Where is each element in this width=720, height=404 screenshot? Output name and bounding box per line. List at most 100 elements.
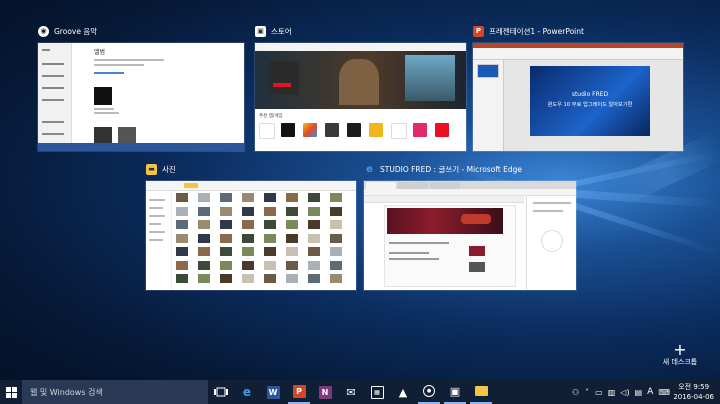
photo-thumbnail[interactable] [264, 233, 276, 243]
taskbar-edge-button[interactable]: e [236, 380, 258, 404]
photo-thumbnail[interactable] [330, 220, 342, 229]
photo-thumbnail[interactable] [264, 274, 276, 283]
photo-thumbnail[interactable] [220, 260, 232, 270]
edge-address-bar[interactable] [364, 189, 576, 196]
photo-thumbnail[interactable] [220, 247, 232, 256]
photo-thumbnail[interactable] [286, 193, 298, 202]
album-cover[interactable] [94, 87, 112, 105]
store-app-tile[interactable] [347, 123, 361, 137]
start-button[interactable] [0, 380, 22, 404]
photo-thumbnail[interactable] [176, 193, 188, 202]
taskbar-clock[interactable]: 오전 9:59 2016-04-06 [673, 382, 714, 402]
photo-thumbnail[interactable] [330, 247, 342, 256]
photo-thumbnail[interactable] [330, 274, 342, 283]
window-thumbnail[interactable]: 앨범 [38, 43, 244, 151]
photo-thumbnail[interactable] [330, 206, 342, 216]
volume-icon[interactable]: ◁) [620, 388, 629, 397]
taskbar-powerpoint-button[interactable]: P [288, 380, 310, 404]
photo-thumbnail[interactable] [286, 274, 298, 283]
taskbar-photos-button[interactable]: ▲ [392, 380, 414, 404]
input-indicator[interactable]: A [647, 387, 653, 397]
photo-thumbnail[interactable] [176, 260, 188, 270]
store-app-tile[interactable] [325, 123, 339, 137]
store-app-tile[interactable] [413, 123, 427, 137]
battery-icon[interactable]: ▭ [595, 388, 603, 397]
photo-thumbnail[interactable] [220, 206, 232, 216]
photo-thumbnail[interactable] [198, 260, 210, 270]
photo-thumbnail[interactable] [242, 260, 254, 270]
photo-thumbnail[interactable] [286, 206, 298, 216]
photo-thumbnail[interactable] [264, 193, 276, 202]
search-box[interactable]: 웹 및 Windows 검색 [22, 380, 208, 404]
photo-thumbnail[interactable] [242, 247, 254, 256]
photo-thumbnail[interactable] [286, 247, 298, 256]
taskbar-word-button[interactable]: W [262, 380, 284, 404]
photo-thumbnail[interactable] [264, 260, 276, 270]
taskbar-onenote-button[interactable]: N [314, 380, 336, 404]
photo-thumbnail[interactable] [176, 220, 188, 229]
window-groove[interactable]: ◉ Groove 음악 앨범 [38, 22, 244, 152]
photo-thumbnail[interactable] [176, 274, 188, 283]
photo-thumbnail[interactable] [286, 220, 298, 229]
photo-thumbnail[interactable] [286, 233, 298, 243]
window-thumbnail[interactable]: studio FRED 윈도우 10 무료 업그레이드 알아보기편 [473, 43, 683, 151]
photo-thumbnail[interactable] [308, 233, 320, 243]
photo-thumbnail[interactable] [330, 193, 342, 202]
photo-thumbnail[interactable] [176, 206, 188, 216]
window-store[interactable]: ▣ 스토어 추천 앱/게임 [255, 22, 466, 152]
window-photos[interactable]: ▬ 사진 [146, 160, 356, 292]
photo-thumbnail[interactable] [198, 233, 210, 243]
photo-thumbnail[interactable] [242, 206, 254, 216]
taskbar-file-explorer-button[interactable] [470, 380, 492, 404]
window-edge[interactable]: e STUDIO FRED : 글쓰기 - Microsoft Edge [364, 160, 576, 292]
store-hero-banner[interactable] [255, 51, 466, 109]
photo-thumbnail[interactable] [176, 233, 188, 243]
task-view-button[interactable] [210, 380, 232, 404]
taskbar-groove-button[interactable]: ● [418, 380, 440, 404]
store-app-tile[interactable] [391, 123, 407, 139]
network-icon[interactable]: ▥ [608, 388, 616, 397]
photo-thumbnail[interactable] [198, 274, 210, 283]
store-app-tile[interactable] [303, 123, 317, 137]
photo-thumbnail[interactable] [242, 274, 254, 283]
window-thumbnail[interactable] [364, 181, 576, 290]
people-icon[interactable]: ⚇ [572, 388, 579, 397]
taskbar-mail-button[interactable]: ✉ [340, 380, 362, 404]
photo-thumbnail[interactable] [308, 260, 320, 270]
photo-thumbnail[interactable] [198, 206, 210, 216]
slide-canvas[interactable]: studio FRED 윈도우 10 무료 업그레이드 알아보기편 [530, 66, 650, 136]
photo-thumbnail[interactable] [198, 220, 210, 229]
photo-thumbnail[interactable] [264, 220, 276, 229]
store-app-tile[interactable] [281, 123, 295, 137]
photo-thumbnail[interactable] [220, 274, 232, 283]
photo-thumbnail[interactable] [198, 193, 210, 202]
taskbar-store-button[interactable]: ▣ [444, 380, 466, 404]
photo-thumbnail[interactable] [264, 247, 276, 256]
show-hidden-icons-icon[interactable]: ˄ [585, 388, 589, 397]
photo-thumbnail[interactable] [308, 247, 320, 256]
photo-thumbnail[interactable] [308, 274, 320, 283]
keyboard-icon[interactable]: ⌨ [658, 388, 670, 397]
photo-thumbnail[interactable] [176, 247, 188, 256]
photo-thumbnail[interactable] [308, 220, 320, 229]
photo-thumbnail[interactable] [330, 260, 342, 270]
photo-thumbnail[interactable] [330, 233, 342, 243]
store-app-tile[interactable] [259, 123, 273, 137]
photo-thumbnail[interactable] [242, 233, 254, 243]
action-center-icon[interactable]: ▤ [635, 388, 643, 397]
store-app-tile[interactable] [369, 123, 383, 137]
slide-thumbnail[interactable] [477, 64, 499, 78]
photo-thumbnail[interactable] [242, 193, 254, 202]
photo-thumbnail[interactable] [264, 206, 276, 216]
window-powerpoint[interactable]: P 프레젠테이션1 - PowerPoint studio FRED 윈도우 1… [473, 22, 683, 152]
window-thumbnail[interactable] [146, 181, 356, 290]
photo-thumbnail[interactable] [308, 206, 320, 216]
window-thumbnail[interactable]: 추천 앱/게임 [255, 43, 466, 151]
store-app-tile[interactable] [435, 123, 449, 137]
photo-thumbnail[interactable] [220, 233, 232, 243]
photo-thumbnail[interactable] [220, 220, 232, 229]
photo-thumbnail[interactable] [308, 193, 320, 202]
taskbar-calendar-button[interactable]: ▦ [366, 380, 388, 404]
photo-thumbnail[interactable] [242, 220, 254, 229]
photo-thumbnail[interactable] [220, 193, 232, 202]
